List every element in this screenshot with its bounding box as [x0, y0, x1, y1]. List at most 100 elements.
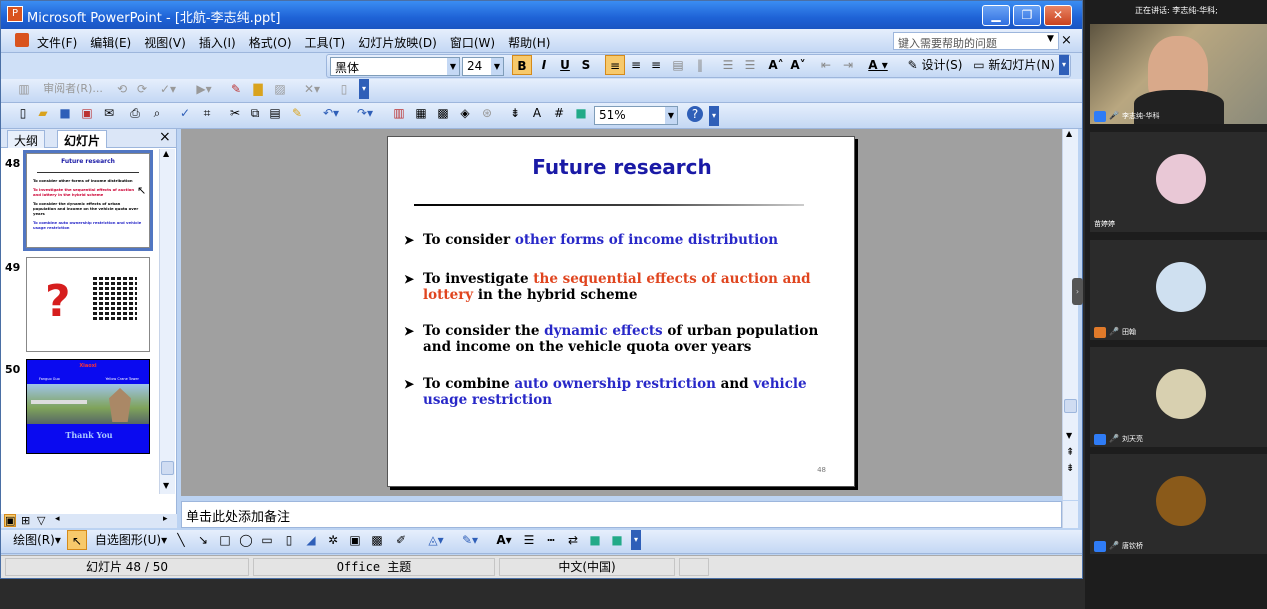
fill-color-icon[interactable]: ◬▾ — [421, 530, 451, 550]
font-color-icon[interactable]: A ▾ — [865, 55, 891, 75]
help-dropdown-icon[interactable]: ▼ — [1047, 34, 1054, 44]
print-preview-icon[interactable]: ⌕ — [149, 103, 165, 123]
picture-icon[interactable]: ▩ — [369, 530, 385, 550]
slide-thumbnail-48[interactable]: Future research To consider other forms … — [23, 150, 153, 251]
notes-scrollbar[interactable] — [1062, 501, 1078, 528]
document-close-button[interactable]: × — [1061, 33, 1072, 48]
spelling-icon[interactable]: ✓ — [177, 103, 193, 123]
scroll-down-icon[interactable]: ▼ — [163, 481, 169, 490]
next-slide-icon[interactable]: ⇟ — [1066, 463, 1074, 474]
research-icon[interactable]: ⌗ — [199, 103, 215, 123]
thumbnail-scrollbar[interactable]: ▲ ▼ — [159, 149, 175, 494]
textbox-icon[interactable]: ▭ — [259, 530, 275, 550]
shadow-style-icon[interactable]: ■ — [587, 530, 603, 550]
slide-thumbnail-50[interactable]: Xiaoxi Fanguo Guo Yellow Crane Tower Tha… — [26, 359, 150, 454]
align-left-icon[interactable]: ≡ — [605, 55, 625, 75]
align-center-icon[interactable]: ≡ — [627, 55, 645, 75]
restore-button[interactable]: ❐ — [1013, 5, 1041, 26]
vertical-textbox-icon[interactable]: ▯ — [281, 530, 297, 550]
close-button[interactable]: ✕ — [1044, 5, 1072, 26]
justify-icon[interactable]: ▤ — [669, 55, 687, 75]
next-item-icon[interactable]: ⟳ — [133, 79, 151, 99]
toolbar-options-icon[interactable]: ▾ — [709, 106, 719, 126]
tab-slides[interactable]: 幻灯片 — [57, 130, 108, 148]
select-objects-icon[interactable]: ↖ — [67, 530, 87, 550]
zoom-select[interactable]: 51% ▼ — [594, 106, 678, 125]
tab-outline[interactable]: 大纲 — [7, 130, 46, 148]
3d-style-icon[interactable]: ■ — [609, 530, 625, 550]
copy-icon[interactable]: ⧉ — [247, 103, 263, 123]
diagram-icon[interactable]: ✲ — [325, 530, 341, 550]
email-icon[interactable]: ✉ — [101, 103, 117, 123]
line-color-icon[interactable]: ✎▾ — [455, 530, 485, 550]
fill-effect-icon[interactable]: ✐ — [393, 530, 409, 550]
numbered-list-icon[interactable]: ☰ — [719, 55, 737, 75]
bullet-item[interactable]: ➤ To combine auto ownership restriction a… — [404, 376, 844, 408]
insert-comment-icon[interactable]: ▇ — [249, 79, 267, 99]
print-icon[interactable]: ⎙ — [127, 103, 143, 123]
line-style-icon[interactable]: ☰ — [521, 530, 537, 550]
open-icon[interactable]: ▰ — [35, 103, 51, 123]
line-icon[interactable]: ╲ — [173, 530, 189, 550]
menu-item[interactable]: 编辑(E) — [90, 34, 131, 51]
toolbar-options-icon[interactable]: ▾ — [631, 530, 641, 550]
cut-icon[interactable]: ✂ — [227, 103, 243, 123]
help-search-input[interactable]: 键入需要帮助的问题 — [893, 32, 1059, 50]
align-right-icon[interactable]: ≡ — [647, 55, 665, 75]
participant-tile[interactable]: 🎤 唐钦桥 — [1090, 454, 1267, 554]
font-color-draw-icon[interactable]: A▾ — [489, 530, 519, 550]
menu-item[interactable]: 工具(T) — [305, 34, 346, 51]
distribute-icon[interactable]: ‖ — [691, 55, 709, 75]
pane-close-button[interactable]: × — [159, 129, 171, 145]
participant-tile[interactable]: 🎤 田翰 — [1090, 240, 1267, 340]
new-slide-button[interactable]: ▭ 新幻灯片(N) — [971, 55, 1057, 75]
menu-item[interactable]: 插入(I) — [199, 34, 236, 51]
participant-tile[interactable]: 苗婷婷 — [1090, 132, 1267, 232]
bullet-list-icon[interactable]: ☰ — [741, 55, 759, 75]
menu-item[interactable]: 格式(O) — [249, 34, 292, 51]
increase-indent-icon[interactable]: ⇥ — [839, 55, 857, 75]
previous-item-icon[interactable]: ⟲ — [113, 79, 131, 99]
design-button[interactable]: ✎ 设计(S) — [903, 55, 967, 75]
participant-tile[interactable]: 🎤 刘天亮 — [1090, 347, 1267, 447]
scrollbar-thumb[interactable] — [161, 461, 174, 475]
dash-style-icon[interactable]: ┅ — [543, 530, 559, 550]
bullet-item[interactable]: ➤ To consider the dynamic effects of urba… — [404, 323, 844, 355]
underline-button[interactable]: U — [556, 55, 574, 75]
slideshow-icon[interactable]: ▽ — [37, 514, 45, 527]
menu-item[interactable]: 视图(V) — [144, 34, 186, 51]
reject-icon[interactable]: ▶▾ — [189, 79, 219, 99]
show-markup-icon[interactable]: ▨ — [271, 79, 289, 99]
insert-table-icon[interactable]: ▦ — [413, 103, 429, 123]
slide-thumbnail-49[interactable]: ? — [26, 257, 150, 352]
document-icon[interactable] — [15, 33, 29, 47]
paste-icon[interactable]: ▤ — [267, 103, 283, 123]
wordart-icon[interactable]: ◢ — [303, 530, 319, 550]
toolbar-options-icon[interactable]: ▾ — [359, 79, 369, 99]
bullet-item[interactable]: ➤ To investigate the sequential effects o… — [404, 271, 844, 303]
scrollbar-thumb[interactable] — [1064, 399, 1077, 413]
redo-icon[interactable]: ↷▾ — [351, 103, 379, 123]
normal-view-icon[interactable]: ▣ — [4, 514, 17, 527]
scroll-up-icon[interactable]: ▲ — [1066, 129, 1072, 138]
toolbar-options-icon[interactable]: ▾ — [1059, 55, 1069, 75]
menu-item[interactable]: 文件(F) — [37, 34, 77, 51]
help-icon[interactable]: ? — [687, 106, 703, 122]
apply-icon[interactable]: ✓▾ — [153, 79, 183, 99]
color-grayscale-icon[interactable]: ■ — [573, 103, 589, 123]
menu-item[interactable]: 窗口(W) — [450, 34, 495, 51]
edit-comment-icon[interactable]: ✎ — [227, 79, 245, 99]
font-size-select[interactable]: 24 ▼ — [462, 57, 504, 76]
font-select[interactable]: 黑体 ▼ — [330, 57, 460, 76]
minimize-button[interactable]: ▁ — [982, 5, 1010, 26]
bold-button[interactable]: B — [512, 55, 532, 75]
menu-item[interactable]: 幻灯片放映(D) — [358, 34, 437, 51]
slide-scrollbar[interactable]: ▲ ▼ ⇞ ⇟ — [1062, 129, 1078, 500]
clipart-icon[interactable]: ▣ — [347, 530, 363, 550]
delete-comment-icon[interactable]: ✕▾ — [297, 79, 327, 99]
format-painter-icon[interactable]: ✎ — [289, 103, 305, 123]
slide-editing-area[interactable]: Future research ➤ To consider other forms… — [181, 129, 1062, 496]
current-slide[interactable]: Future research ➤ To consider other forms… — [387, 136, 855, 487]
bullet-item[interactable]: ➤ To consider other forms of income distr… — [404, 232, 844, 248]
show-formatting-icon[interactable]: A — [529, 103, 545, 123]
